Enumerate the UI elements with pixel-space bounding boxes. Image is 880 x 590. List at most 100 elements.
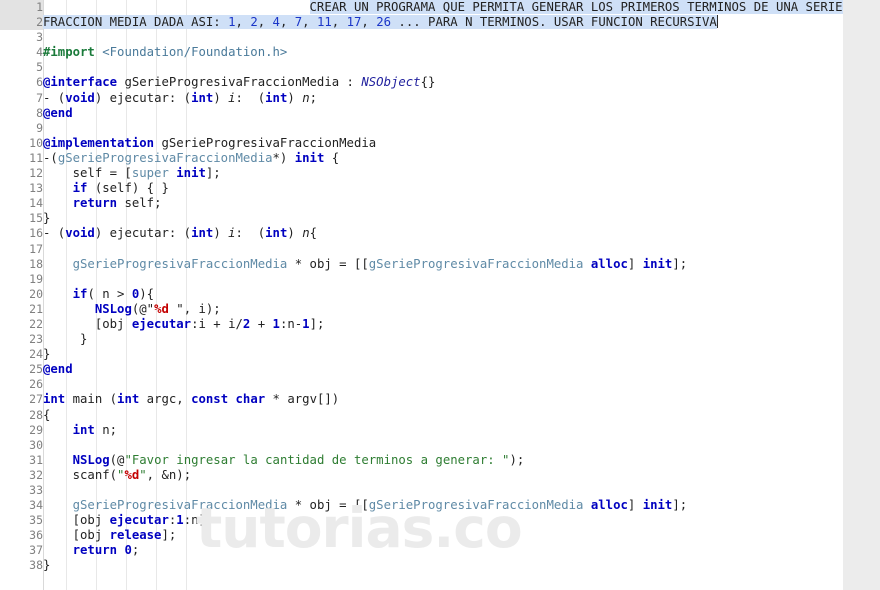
line-content[interactable] — [43, 438, 843, 453]
line-content[interactable]: scanf("%d", &n); — [43, 468, 843, 483]
line-content[interactable]: } — [43, 332, 843, 347]
code-line[interactable]: 33 — [0, 483, 843, 498]
code-line[interactable]: 30 — [0, 438, 843, 453]
code-line[interactable]: 34 gSerieProgresivaFraccionMedia * obj =… — [0, 498, 843, 513]
line-content[interactable] — [43, 377, 843, 392]
line-content[interactable]: gSerieProgresivaFraccionMedia * obj = [[… — [43, 498, 843, 513]
line-content[interactable]: CREAR UN PROGRAMA QUE PERMITA GENERAR LO… — [43, 0, 843, 15]
code-line[interactable]: 6 @interface gSerieProgresivaFraccionMed… — [0, 75, 843, 90]
line-content[interactable]: @end — [43, 106, 843, 121]
code-line[interactable]: 7 - (void) ejecutar: (int) i: (int) n; — [0, 91, 843, 106]
code-line[interactable]: 24 } — [0, 347, 843, 362]
number-token: 1 — [302, 316, 310, 331]
code-line[interactable]: 38 } — [0, 558, 843, 573]
code-viewport[interactable]: 1 CREAR UN PROGRAMA QUE PERMITA GENERAR … — [0, 0, 843, 590]
line-content[interactable]: [obj release]; — [43, 528, 843, 543]
code-line[interactable]: 8 @end — [0, 106, 843, 121]
code-line[interactable]: 23 } — [0, 332, 843, 347]
param-argv: * argv[]) — [265, 392, 340, 407]
line-content[interactable] — [43, 121, 843, 136]
code-line[interactable]: 22 [obj ejecutar:i + i/2 + 1:n-1]; — [0, 317, 843, 332]
line-content[interactable]: int n; — [43, 423, 843, 438]
code-line[interactable]: 4 #import <Foundation/Foundation.h> — [0, 45, 843, 60]
code-line[interactable]: 19 — [0, 272, 843, 287]
code-line[interactable]: 31 NSLog(@"Favor ingresar la cantidad de… — [0, 453, 843, 468]
code-line[interactable]: 5 — [0, 60, 843, 75]
code-line[interactable]: 9 — [0, 121, 843, 136]
code-line[interactable]: 13 if (self) { } — [0, 181, 843, 196]
punct: ) — [213, 90, 229, 105]
line-number: 4 — [36, 45, 43, 60]
line-content[interactable]: return self; — [43, 196, 843, 211]
code-line[interactable]: 29 int n; — [0, 423, 843, 438]
line-content[interactable]: #import <Foundation/Foundation.h> — [43, 45, 843, 60]
code-line[interactable]: 18 gSerieProgresivaFraccionMedia * obj =… — [0, 257, 843, 272]
code-line[interactable]: 2 FRACCION MEDIA DADA ASI: 1, 2, 4, 7, 1… — [0, 15, 843, 30]
line-content[interactable] — [43, 30, 843, 45]
line-content[interactable]: [obj ejecutar:1:n]; — [43, 513, 843, 528]
code-line[interactable]: 36 [obj release]; — [0, 528, 843, 543]
method-init: init — [642, 498, 673, 513]
line-number: 9 — [36, 120, 43, 135]
method-signature: ) ejecutar: ( — [94, 226, 192, 241]
line-content[interactable] — [43, 272, 843, 287]
code-line[interactable]: 37 return 0; — [0, 543, 843, 558]
punct: -( — [43, 150, 58, 165]
code-line[interactable]: 27 int main (int argc, const char * argv… — [0, 392, 843, 407]
method-init: init — [642, 256, 673, 271]
code-line[interactable]: 35 [obj ejecutar:1:n]; — [0, 513, 843, 528]
code-line[interactable]: 10 @implementation gSerieProgresivaFracc… — [0, 136, 843, 151]
code-line[interactable]: 20 if( n > 0){ — [0, 287, 843, 302]
line-content[interactable]: self = [super init]; — [43, 166, 843, 181]
code-editor[interactable]: 1 CREAR UN PROGRAMA QUE PERMITA GENERAR … — [0, 0, 880, 590]
param-n: n — [302, 90, 310, 105]
line-content[interactable]: - (void) ejecutar: (int) i: (int) n{ — [43, 226, 843, 241]
line-content[interactable]: FRACCION MEDIA DADA ASI: 1, 2, 4, 7, 11,… — [43, 15, 843, 30]
code-line[interactable]: 25 @end — [0, 362, 843, 377]
punct: :n]; — [183, 513, 214, 528]
line-content[interactable] — [43, 483, 843, 498]
line-content[interactable]: NSLog(@"%d ", i); — [43, 302, 843, 317]
class-declaration: gSerieProgresivaFraccionMedia : — [117, 75, 362, 90]
code-line[interactable]: 3 — [0, 30, 843, 45]
code-line[interactable]: 15 } — [0, 211, 843, 226]
code-line[interactable]: 16 - (void) ejecutar: (int) i: (int) n{ — [0, 226, 843, 241]
code-line[interactable]: 26 — [0, 377, 843, 392]
line-content[interactable]: return 0; — [43, 543, 843, 558]
code-line[interactable]: 11 -(gSerieProgresivaFraccionMedia*) ini… — [0, 151, 843, 166]
code-line[interactable]: 21 NSLog(@"%d ", i); — [0, 302, 843, 317]
line-content[interactable] — [43, 60, 843, 75]
line-content[interactable]: NSLog(@"Favor ingresar la cantidad de te… — [43, 453, 843, 468]
code-line[interactable]: 32 scanf("%d", &n); — [0, 468, 843, 483]
code-line[interactable]: 28 { — [0, 408, 843, 423]
line-content[interactable]: } — [43, 347, 843, 362]
code-line[interactable]: 17 — [0, 242, 843, 257]
line-content[interactable]: - (void) ejecutar: (int) i: (int) n; — [43, 91, 843, 106]
code-line[interactable]: 12 self = [super init]; — [0, 166, 843, 181]
format-specifier: %d — [154, 301, 169, 316]
line-content[interactable]: } — [43, 558, 843, 573]
line-content[interactable]: [obj ejecutar:i + i/2 + 1:n-1]; — [43, 317, 843, 332]
line-content[interactable]: int main (int argc, const char * argv[]) — [43, 392, 843, 407]
line-content[interactable]: @implementation gSerieProgresivaFraccion… — [43, 136, 843, 151]
line-content[interactable]: @end — [43, 362, 843, 377]
line-content[interactable]: -(gSerieProgresivaFraccionMedia*) init { — [43, 151, 843, 166]
code-line[interactable]: 14 return self; — [0, 196, 843, 211]
line-content[interactable]: if (self) { } — [43, 181, 843, 196]
line-number: 1 — [36, 0, 43, 14]
line-number: 22 — [29, 316, 43, 331]
line-content[interactable]: if( n > 0){ — [43, 287, 843, 302]
selected-text-line-1[interactable]: CREAR UN PROGRAMA QUE PERMITA GENERAR LO… — [309, 0, 843, 14]
code-line[interactable]: 1 CREAR UN PROGRAMA QUE PERMITA GENERAR … — [0, 0, 843, 15]
line-content[interactable] — [43, 242, 843, 257]
keyword-int: int — [265, 226, 288, 241]
method-alloc: alloc — [590, 256, 628, 271]
vertical-scrollbar-track[interactable] — [843, 0, 880, 590]
line-content[interactable]: gSerieProgresivaFraccionMedia * obj = [[… — [43, 257, 843, 272]
line-number: 5 — [36, 60, 43, 75]
line-content[interactable]: } — [43, 211, 843, 226]
line-content[interactable]: { — [43, 408, 843, 423]
punct: { — [324, 150, 340, 165]
line-content[interactable]: @interface gSerieProgresivaFraccionMedia… — [43, 75, 843, 90]
